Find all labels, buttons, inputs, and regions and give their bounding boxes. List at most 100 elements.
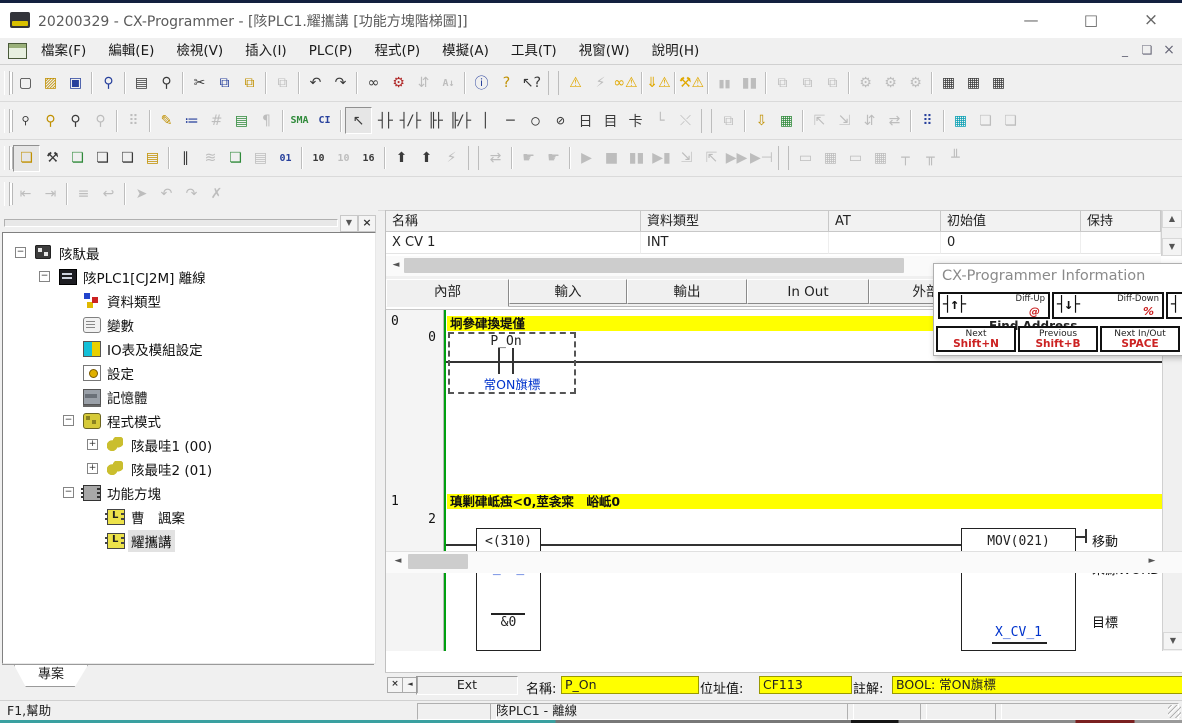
address-reference-button[interactable]: ❏ [115,146,140,171]
column-header-2[interactable]: AT [829,210,941,232]
program-check-button[interactable]: ⚠ [563,71,588,96]
tree-item-label[interactable]: 陔PLC1[CJ2M] 離線 [80,266,209,288]
coil-closed-tool[interactable]: ⊘ [547,108,572,133]
coil-tool[interactable]: ○ [522,108,547,133]
expand-icon[interactable]: + [87,439,98,450]
tab-project[interactable]: 專案 [14,665,88,687]
contact-nc-or-tool[interactable]: ╟/├ [447,108,472,133]
tree-item-1[interactable]: − 陔PLC1[CJ2M] 離線 [3,265,375,289]
table-cell[interactable] [1081,232,1161,254]
menu-item-9[interactable]: 說明(H) [641,38,711,64]
previous-button[interactable]: Previous Shift+B [1018,326,1098,352]
cross-reference-button[interactable]: ❏ [90,146,115,171]
compile-fb-button[interactable]: ⇩ [749,108,774,133]
watch-close-icon[interactable]: × [387,677,403,693]
instruction-tool[interactable]: 日 [572,108,597,133]
tree-item-2[interactable]: 資料類型 [3,289,375,313]
sma-view-button[interactable]: SMA [287,108,312,133]
help-button[interactable]: ? [494,71,519,96]
table-vertical-scrollbar[interactable]: ▲ ▼ [1161,210,1182,256]
column-header-3[interactable]: 初始值 [941,210,1081,232]
dec-view-button[interactable]: 10 [306,146,331,171]
tab-in-out[interactable]: In Out [747,279,869,304]
binary-view-button[interactable]: 01 [273,146,298,171]
menu-item-0[interactable]: 檔案(F) [30,38,97,64]
tab-input[interactable]: 輸入 [509,279,627,304]
paste-button[interactable]: ⧉ [237,71,262,96]
watch-window-button[interactable]: ❏ [65,146,90,171]
tree-item-label[interactable]: 耀攜講 [128,530,175,552]
comment-field[interactable]: BOOL: 常ON旗標 [892,676,1182,694]
toolbar-gripper[interactable] [4,71,10,95]
menu-item-3[interactable]: 插入(I) [234,38,298,64]
menu-item-7[interactable]: 工具(T) [500,38,568,64]
new-button[interactable]: ▢ [13,71,38,96]
contact-no-or-tool[interactable]: ╟├ [422,108,447,133]
menu-item-5[interactable]: 程式(P) [363,38,431,64]
io-rack-a-button[interactable]: ▦ [936,71,961,96]
workspace-gripper[interactable] [4,219,338,227]
tree-item-label[interactable]: 資料類型 [104,290,164,312]
ext-box[interactable]: Ext [416,676,518,695]
table-cell[interactable]: INT [641,232,829,254]
print-button[interactable]: ▤ [129,71,154,96]
tree-item-5[interactable]: 設定 [3,361,375,385]
redo-button[interactable]: ↷ [328,71,353,96]
mdi-close-button[interactable]: × [1159,41,1179,60]
zoom-actual-button[interactable]: ⚲ [13,108,38,133]
mdi-child-icon[interactable] [8,43,27,59]
cut-button[interactable]: ✂ [187,71,212,96]
online-edit-check-button[interactable]: ⚒⚠ [679,71,704,96]
menu-item-8[interactable]: 視窗(W) [568,38,641,64]
vertical-tool[interactable]: │ [472,108,497,133]
toolbar-gripper[interactable] [4,182,10,206]
find-button[interactable]: ∞ [361,71,386,96]
toolbar-gripper[interactable] [4,109,10,133]
collapse-icon[interactable]: − [63,415,74,426]
tree-item-7[interactable]: − 程式模式 [3,409,375,433]
io-comment-view-button[interactable]: ❏ [223,146,248,171]
ladder-horizontal-scrollbar[interactable]: ◄ ► [386,551,1182,573]
table-cell[interactable] [829,232,941,254]
about-button[interactable]: ⓘ [469,71,494,96]
menu-item-4[interactable]: PLC(P) [298,38,364,64]
scroll-left-icon[interactable]: ◄ [390,554,406,570]
zoom-highlight-button[interactable]: ⚲ [38,108,63,133]
minimize-button[interactable]: — [1008,3,1054,37]
set-value-up-button[interactable]: ⬆ [389,146,414,171]
tree-item-label[interactable]: 功能方塊 [104,482,164,504]
workspace-dropdown-button[interactable]: ▼ [340,215,358,232]
mdi-minimize-button[interactable]: _ [1115,41,1135,60]
replace-button[interactable]: ⚙ [386,71,411,96]
set-value-edit-button[interactable]: ⬆ [414,146,439,171]
title-bar[interactable]: 20200329 - CX-Programmer - [陔PLC1.耀攜講 [功… [0,3,1182,39]
maximize-button[interactable]: □ [1068,3,1114,37]
contact-no-tool[interactable]: ┤├ [372,108,397,133]
tree-item-label[interactable]: 設定 [104,362,137,384]
tree-item-8[interactable]: +陔最哇1 (00) [3,433,375,457]
table-cell[interactable]: X CV 1 [386,232,641,254]
tree-item-3[interactable]: 變數 [3,313,375,337]
collapse-icon[interactable]: − [39,271,50,282]
workspace-close-button[interactable]: × [358,215,376,232]
fb-invoke-tool[interactable]: 卡 [622,108,647,133]
properties-button[interactable]: ▤ [140,146,165,171]
horizontal-tool[interactable]: ─ [497,108,522,133]
tree-item-11[interactable]: 曹 諷案 [3,505,375,529]
scrollbar-thumb[interactable] [404,258,904,273]
save-button[interactable]: ▣ [63,71,88,96]
tree-item-label[interactable]: IO表及模組設定 [104,338,206,360]
print-preview-button[interactable]: ⚲ [154,71,179,96]
diff-down-button[interactable]: ┤↓├ Diff-Down % [1052,292,1164,319]
collapse-icon[interactable]: − [63,487,74,498]
fb-calendar-button[interactable]: ▦ [774,108,799,133]
scroll-down-icon[interactable]: ▼ [1162,238,1182,256]
menu-item-1[interactable]: 編輯(E) [97,38,165,64]
next-in-out-button[interactable]: Next In/Out SPACE [1100,326,1180,352]
tree-item-label[interactable]: 程式模式 [104,410,164,432]
next-button[interactable]: Next Shift+N [936,326,1016,352]
contact-partial-button[interactable]: ┤ ├ [1166,292,1182,319]
open-button[interactable]: ▨ [38,71,63,96]
find-report-button[interactable]: ⚲ [96,71,121,96]
tree-item-6[interactable]: 記憶體 [3,385,375,409]
